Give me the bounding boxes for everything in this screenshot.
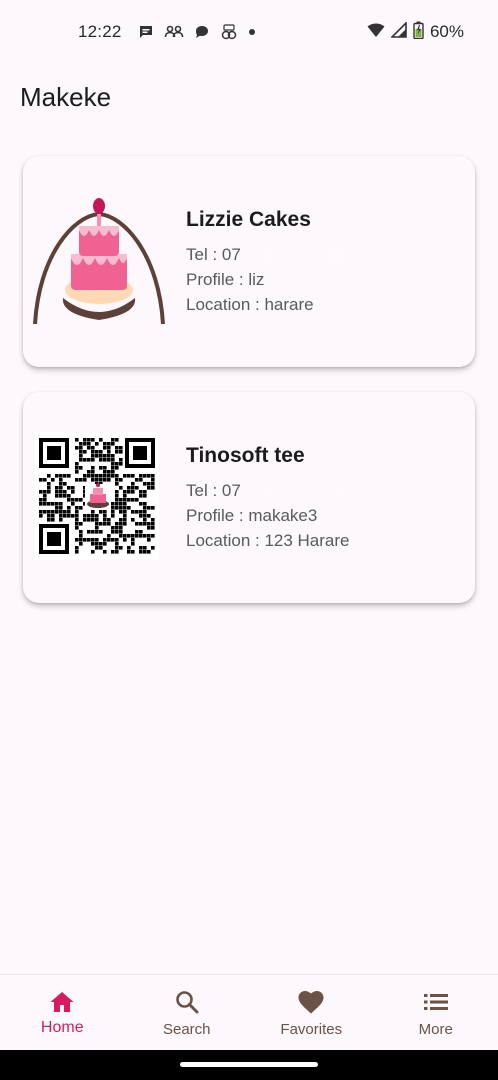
- shop-tel-text: Tel : 07: [186, 245, 241, 264]
- nav-home[interactable]: Home: [0, 975, 125, 1051]
- bottom-navigation: Home Search Favorites More: [0, 974, 498, 1051]
- message-icon: [138, 24, 154, 40]
- system-status: 60%: [367, 20, 464, 44]
- shop-tel: Tel : 07: [186, 242, 353, 267]
- nav-more-label: More: [418, 1021, 453, 1038]
- nav-home-label: Home: [40, 1019, 84, 1036]
- nav-favorites-label: Favorites: [280, 1021, 343, 1038]
- shop-name: Lizzie Cakes: [186, 208, 311, 231]
- notification-icons: [138, 23, 256, 41]
- search-icon: [174, 989, 200, 1015]
- shop-details: Lizzie Cakes Tel : 07 Profile : liz Loca…: [186, 208, 353, 317]
- shop-profile: Profile : makake3: [186, 506, 318, 525]
- nav-favorites[interactable]: Favorites: [249, 975, 374, 1051]
- page-title: Makeke: [20, 82, 112, 112]
- shop-tel-text: Tel : 07: [186, 481, 241, 500]
- redacted-phone: [242, 246, 353, 265]
- heart-icon: [297, 989, 325, 1015]
- status-bar: 12:22 60%: [0, 0, 498, 64]
- battery-percent: 60%: [429, 22, 464, 41]
- cake-notification-icon: [220, 23, 238, 41]
- home-gesture-handle[interactable]: [180, 1062, 318, 1067]
- shop-card[interactable]: Lizzie Cakes Tel : 07 Profile : liz Loca…: [23, 156, 475, 367]
- nav-search-label: Search: [162, 1021, 211, 1038]
- wifi-icon: [367, 22, 385, 43]
- nav-search[interactable]: Search: [125, 975, 250, 1051]
- shop-details: Tinosoft tee Tel : 07 Profile : makake3 …: [186, 444, 353, 553]
- system-gesture-bar: [0, 1050, 498, 1080]
- shop-name: Tinosoft tee: [186, 444, 305, 467]
- signal-icon: [390, 20, 407, 43]
- people-icon: [164, 24, 184, 40]
- shop-card[interactable]: Tinosoft tee Tel : 07 Profile : makake3 …: [23, 392, 475, 603]
- shop-location: Location : 123 Harare: [186, 531, 350, 550]
- cake-logo-image: [33, 186, 165, 331]
- shop-tel: Tel : 07: [186, 478, 353, 503]
- redacted-phone: [242, 482, 353, 501]
- chat-bubble-icon: [194, 24, 210, 40]
- dot-icon: [248, 28, 256, 36]
- home-icon: [49, 989, 75, 1015]
- qr-code-image: [35, 432, 159, 560]
- shop-location: Location : harare: [186, 295, 314, 314]
- status-time: 12:22: [78, 22, 122, 41]
- nav-more[interactable]: More: [374, 975, 498, 1051]
- battery-icon: [413, 21, 424, 44]
- shop-profile: Profile : liz: [186, 270, 265, 289]
- list-icon: [423, 989, 449, 1015]
